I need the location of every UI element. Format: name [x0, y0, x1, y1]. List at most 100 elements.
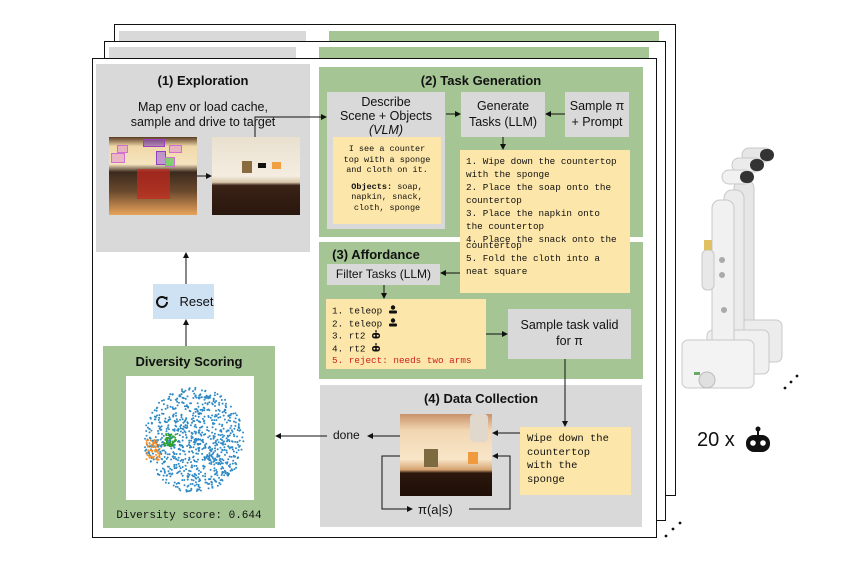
scatter-point-blue: [176, 400, 179, 403]
scatter-point-blue: [234, 412, 237, 415]
scatter-point-blue: [225, 421, 228, 424]
scatter-point-blue: [181, 466, 184, 468]
scatter-point-blue: [162, 434, 165, 437]
scatter-point-blue: [221, 479, 224, 482]
scatter-point-blue: [179, 418, 182, 421]
objects-line: napkin, snack,: [351, 192, 423, 202]
scatter-point-blue: [215, 469, 218, 471]
scatter-point-blue: [153, 415, 156, 418]
scatter-point-blue: [228, 466, 231, 468]
scatter-point-blue: [174, 398, 177, 401]
scatter-point-blue: [184, 397, 187, 400]
scatter-point-blue: [184, 464, 187, 467]
scatter-point-blue: [174, 407, 177, 410]
scatter-point-blue: [214, 457, 216, 460]
refresh-icon: [154, 294, 170, 310]
scatter-point-blue: [186, 395, 189, 398]
scatter-point-blue: [221, 436, 224, 439]
generated-tasks-list-overlap: countertop 5. Fold the cloth into a neat…: [460, 242, 630, 293]
scatter-point-blue: [232, 412, 235, 415]
scatter-point-blue: [184, 424, 187, 427]
scatter-point-blue: [171, 472, 174, 475]
scatter-point-blue: [230, 455, 233, 458]
scatter-point-blue: [215, 462, 218, 464]
scatter-point-blue: [214, 391, 216, 394]
scatter-point-blue: [159, 421, 162, 424]
scatter-point-blue: [161, 458, 164, 461]
scatter-point-blue: [234, 417, 237, 420]
exploration-title: (1) Exploration: [157, 73, 249, 88]
scatter-point-blue: [166, 453, 169, 456]
scatter-point-blue: [187, 406, 190, 409]
scatter-point-blue: [224, 398, 226, 401]
scatter-point-blue: [175, 466, 178, 469]
affordance-result-row: 3. rt2: [332, 330, 486, 343]
scatter-point-blue: [181, 431, 184, 434]
scatter-point-blue: [190, 464, 193, 467]
scatter-point-blue: [206, 408, 209, 411]
scatter-point-blue: [236, 441, 239, 443]
reset-button[interactable]: Reset: [153, 284, 214, 319]
scatter-point-blue: [189, 483, 192, 486]
scatter-point-blue: [230, 424, 233, 427]
scatter-point-green: [166, 436, 169, 439]
scatter-point-blue: [155, 409, 158, 412]
scatter-point-blue: [185, 417, 188, 420]
scatter-point-blue: [238, 445, 241, 448]
generate-line2: Tasks (LLM): [468, 114, 538, 129]
scatter-point-blue: [173, 429, 176, 432]
scatter-point-blue: [213, 415, 216, 418]
scatter-point-blue: [210, 450, 213, 453]
scatter-point-blue: [209, 394, 212, 397]
filter-tasks-box: Filter Tasks (LLM): [327, 264, 440, 285]
scatter-point-blue: [165, 478, 168, 481]
instruction-note: Wipe down the countertop with the sponge: [520, 427, 631, 495]
scatter-point-blue: [238, 429, 241, 432]
scatter-point-blue: [178, 465, 181, 468]
scatter-point-blue: [191, 414, 194, 417]
scatter-point-orange: [145, 441, 148, 444]
scatter-point-blue: [188, 469, 191, 472]
scatter-point-blue: [203, 456, 206, 459]
person-icon: [388, 317, 398, 331]
scatter-point-blue: [194, 415, 197, 418]
scatter-point-blue: [195, 483, 198, 486]
scatter-point-orange: [153, 449, 156, 452]
scatter-point-blue: [181, 479, 184, 482]
target-view-photo: [212, 137, 300, 215]
scatter-point-blue: [197, 405, 200, 408]
task-line: 2. Place the soap onto the: [466, 182, 612, 193]
affordance-title: (3) Affordance: [332, 247, 420, 262]
scatter-point-blue: [167, 428, 170, 431]
scatter-point-blue: [167, 424, 170, 427]
scatter-point-blue: [179, 444, 182, 447]
scatter-point-blue: [162, 474, 165, 477]
scatter-point-blue: [174, 485, 177, 488]
scatter-point-blue: [187, 443, 190, 446]
scatter-point-blue: [172, 413, 175, 416]
scatter-point-blue: [212, 442, 215, 445]
scatter-point-blue: [227, 414, 230, 417]
robot-icon: [371, 330, 381, 343]
scatter-point-blue: [163, 420, 166, 423]
scatter-point-blue: [236, 435, 239, 438]
scatter-point-blue: [173, 481, 176, 484]
scatter-point-blue: [189, 446, 191, 449]
scatter-point-blue: [149, 416, 152, 419]
scatter-point-blue: [208, 445, 211, 448]
scatter-point-orange: [151, 456, 154, 459]
scatter-point-blue: [217, 416, 220, 419]
scatter-point-blue: [221, 442, 224, 445]
done-label: done: [333, 428, 360, 442]
scatter-point-blue: [166, 404, 169, 407]
scatter-point-blue: [197, 396, 200, 399]
scatter-point-blue: [224, 443, 227, 446]
scatter-point-blue: [155, 407, 158, 410]
result-text: 4. rt2: [332, 343, 366, 355]
scatter-point-orange: [145, 458, 148, 461]
scatter-point-blue: [169, 418, 172, 421]
scatter-point-blue: [172, 457, 175, 460]
scatter-point-blue: [167, 470, 170, 473]
scatter-point-blue: [220, 442, 222, 445]
scatter-point-blue: [184, 431, 187, 434]
